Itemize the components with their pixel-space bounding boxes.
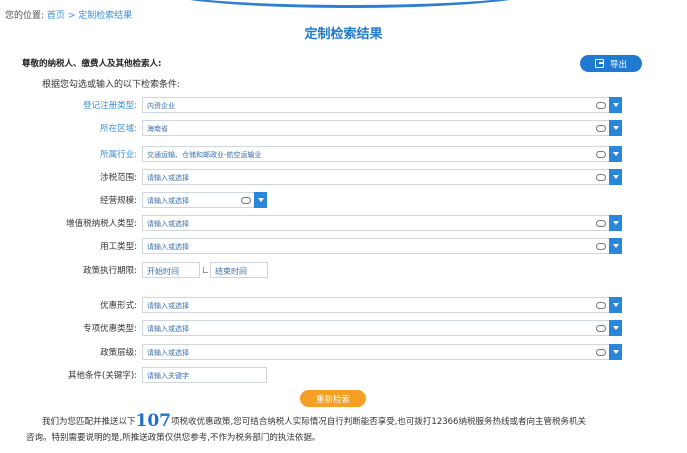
preference-form-select[interactable]: 请输入或选择: [142, 297, 622, 313]
tax-scope-value: 请输入或选择: [147, 174, 189, 182]
breadcrumb: 您的位置: 首页 > 定制检索结果: [5, 8, 132, 21]
registration-type-label: 登记注册类型:: [83, 101, 137, 111]
breadcrumb-separator: >: [67, 11, 76, 21]
special-preference-type-select[interactable]: 请输入或选择: [142, 320, 622, 336]
row-policy-level: 政策层级: 请输入或选择: [0, 344, 687, 360]
keyword-input[interactable]: 请输入关键字: [142, 367, 267, 383]
cloud-icon: [596, 349, 606, 356]
row-preference-form: 优惠形式: 请输入或选择: [0, 297, 687, 313]
cloud-icon: [596, 302, 606, 309]
search-again-button[interactable]: 重新检索: [300, 390, 366, 407]
policy-end-date-input[interactable]: 结束时间: [210, 262, 268, 278]
preference-form-value: 请输入或选择: [147, 302, 189, 310]
row-other-conditions: 其他条件(关键字): 请输入关键字: [0, 367, 687, 383]
cloud-icon: [596, 325, 606, 332]
vat-taxpayer-type-select[interactable]: 请输入或选择: [142, 215, 622, 231]
row-policy-period: 政策执行期限: 开始时间 结束时间: [0, 262, 687, 278]
conditions-intro: 根据您勾选或输入的以下检索条件:: [42, 80, 181, 90]
cloud-icon: [596, 174, 606, 181]
industry-select[interactable]: 交通运输、仓储和邮政业-航空运输业: [142, 146, 622, 162]
row-business-scale: 经营规模: 请输入或选择: [0, 192, 687, 208]
breadcrumb-home-link[interactable]: 首页: [47, 11, 65, 21]
business-scale-label: 经营规模:: [100, 196, 137, 206]
policy-level-value: 请输入或选择: [147, 349, 189, 357]
chevron-down-icon[interactable]: [609, 344, 622, 360]
greeting-text: 尊敬的纳税人、缴费人及其他检索人:: [22, 59, 162, 69]
cloud-icon: [596, 220, 606, 227]
header-arc-decoration: [150, 0, 550, 10]
policy-period-label: 政策执行期限:: [83, 266, 137, 276]
chevron-down-icon[interactable]: [609, 215, 622, 231]
cloud-icon: [596, 102, 606, 109]
preference-form-label: 优惠形式:: [100, 301, 137, 311]
registration-type-value: 内资企业: [147, 102, 175, 110]
chevron-down-icon[interactable]: [609, 238, 622, 254]
policy-start-date-input[interactable]: 开始时间: [142, 262, 200, 278]
row-special-preference-type: 专项优惠类型: 请输入或选择: [0, 320, 687, 336]
row-tax-scope: 涉税范围: 请输入或选择: [0, 169, 687, 185]
policy-level-label: 政策层级:: [100, 348, 137, 358]
notice-part1: 我们为您匹配并推送以下: [42, 417, 136, 427]
breadcrumb-prefix: 您的位置:: [5, 11, 45, 21]
vat-taxpayer-type-label: 增值税纳税人类型:: [66, 219, 137, 229]
special-preference-type-value: 请输入或选择: [147, 325, 189, 333]
tax-scope-label: 涉税范围:: [100, 173, 137, 183]
chevron-down-icon[interactable]: [609, 120, 622, 136]
business-scale-select[interactable]: 请输入或选择: [142, 192, 267, 208]
notice-part3: 咨询。特别需要说明的是,所推送政策仅供您参考,不作为税务部门的执法依据。: [26, 433, 321, 443]
export-button[interactable]: 导出: [580, 55, 642, 72]
employment-type-label: 用工类型:: [100, 242, 137, 252]
page-title: 定制检索结果: [304, 27, 383, 42]
business-scale-value: 请输入或选择: [147, 197, 189, 205]
notice-part2: 项税收优惠政策,您可结合纳税人实际情况自行判断能否享受,也可拨打12366纳税服…: [171, 417, 586, 427]
region-label: 所在区域:: [100, 124, 137, 134]
region-select[interactable]: 海南省: [142, 120, 622, 136]
row-vat-taxpayer-type: 增值税纳税人类型: 请输入或选择: [0, 215, 687, 231]
export-button-label: 导出: [609, 59, 627, 70]
chevron-down-icon[interactable]: [609, 297, 622, 313]
chevron-down-icon[interactable]: [254, 192, 267, 208]
cloud-icon: [596, 151, 606, 158]
row-region: 所在区域: 海南省: [0, 120, 687, 136]
row-industry: 所属行业: 交通运输、仓储和邮政业-航空运输业: [0, 146, 687, 162]
registration-type-select[interactable]: 内资企业: [142, 97, 622, 113]
date-range-separator: [203, 267, 208, 273]
export-icon: [594, 59, 604, 68]
special-preference-type-label: 专项优惠类型:: [83, 324, 137, 334]
industry-value: 交通运输、仓储和邮政业-航空运输业: [147, 151, 262, 159]
tax-scope-select[interactable]: 请输入或选择: [142, 169, 622, 185]
cloud-icon: [596, 243, 606, 250]
chevron-down-icon[interactable]: [609, 320, 622, 336]
policy-level-select[interactable]: 请输入或选择: [142, 344, 622, 360]
cloud-icon: [241, 197, 251, 204]
employment-type-value: 请输入或选择: [147, 243, 189, 251]
vat-taxpayer-type-value: 请输入或选择: [147, 220, 189, 228]
result-notice: 我们为您匹配并推送以下107项税收优惠政策,您可结合纳税人实际情况自行判断能否享…: [26, 411, 662, 446]
cloud-icon: [596, 125, 606, 132]
industry-label: 所属行业:: [100, 150, 137, 160]
keyword-placeholder: 请输入关键字: [147, 372, 189, 380]
row-registration-type: 登记注册类型: 内资企业: [0, 97, 687, 113]
other-conditions-label: 其他条件(关键字):: [68, 371, 137, 381]
row-employment-type: 用工类型: 请输入或选择: [0, 238, 687, 254]
chevron-down-icon[interactable]: [609, 97, 622, 113]
chevron-down-icon[interactable]: [609, 169, 622, 185]
employment-type-select[interactable]: 请输入或选择: [142, 238, 622, 254]
breadcrumb-current: 定制检索结果: [78, 11, 133, 21]
region-value: 海南省: [147, 125, 168, 133]
policy-count: 107: [135, 411, 172, 431]
chevron-down-icon[interactable]: [609, 146, 622, 162]
